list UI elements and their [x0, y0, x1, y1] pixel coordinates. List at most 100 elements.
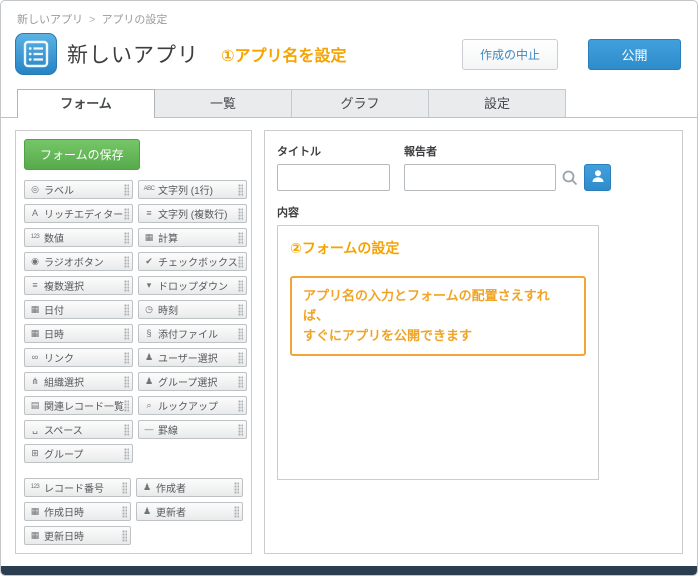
number-icon: 123 [28, 229, 42, 246]
drag-handle-icon[interactable] [234, 506, 239, 518]
drag-handle-icon[interactable] [238, 400, 243, 412]
palette-field[interactable]: ◷時刻 [138, 300, 247, 319]
palette-field-label: 文字列 (複数行) [158, 206, 238, 221]
drag-handle-icon[interactable] [122, 482, 127, 494]
palette-field[interactable]: ∞リンク [24, 348, 133, 367]
palette-field[interactable]: 123レコード番号 [24, 478, 131, 497]
save-form-button[interactable]: フォームの保存 [24, 139, 140, 170]
drag-handle-icon[interactable] [124, 232, 129, 244]
reporter-field-label: 報告者 [404, 143, 611, 159]
breadcrumb-item-new-app[interactable]: 新しいアプリ [17, 14, 83, 26]
palette-field-label: 組織選択 [44, 374, 124, 389]
drag-handle-icon[interactable] [124, 184, 129, 196]
palette-field[interactable]: §添付ファイル [138, 324, 247, 343]
multiselect-icon: ≡ [28, 277, 42, 294]
drag-handle-icon[interactable] [238, 352, 243, 364]
drag-handle-icon[interactable] [238, 256, 243, 268]
palette-field[interactable]: ▦更新日時 [24, 526, 131, 545]
tab-list[interactable]: 一覧 [154, 89, 292, 117]
palette-field[interactable]: ♟グループ選択 [138, 372, 247, 391]
drag-handle-icon[interactable] [124, 208, 129, 220]
drag-handle-icon[interactable] [238, 184, 243, 196]
palette-field-label: 計算 [158, 230, 238, 245]
drag-handle-icon[interactable] [238, 208, 243, 220]
palette-field[interactable]: ␣スペース [24, 420, 133, 439]
palette-field[interactable]: ✔チェックボックス [138, 252, 247, 271]
reporter-field-input[interactable] [404, 164, 556, 191]
drag-handle-icon[interactable] [238, 376, 243, 388]
palette-field[interactable]: Aリッチエディター [24, 204, 133, 223]
preview-top-row: タイトル 報告者 [277, 143, 670, 191]
group-icon: ⊞ [28, 445, 42, 462]
text-single-icon: ABC [142, 181, 156, 198]
palette-field-label: 文字列 (1行) [158, 182, 238, 197]
palette-field[interactable]: ♟作成者 [136, 478, 243, 497]
drag-handle-icon[interactable] [124, 280, 129, 292]
drag-handle-icon[interactable] [124, 256, 129, 268]
radio-button-icon: ◉ [28, 253, 42, 270]
palette-field[interactable]: ▦日時 [24, 324, 133, 343]
palette-field[interactable]: ♟更新者 [136, 502, 243, 521]
drag-handle-icon[interactable] [238, 424, 243, 436]
date-icon: ▦ [28, 301, 42, 318]
drag-handle-icon[interactable] [234, 482, 239, 494]
palette-field[interactable]: ≡文字列 (複数行) [138, 204, 247, 223]
drag-handle-icon[interactable] [124, 400, 129, 412]
palette-field[interactable]: ♟ユーザー選択 [138, 348, 247, 367]
drag-handle-icon[interactable] [124, 328, 129, 340]
publish-button[interactable]: 公開 [588, 39, 681, 70]
form-preview: タイトル 報告者 [264, 130, 683, 554]
tab-form[interactable]: フォーム [17, 89, 155, 118]
user-select-icon: ♟ [142, 349, 156, 366]
record-number-icon: 123 [28, 479, 42, 496]
tag-icon: ◎ [28, 181, 42, 198]
palette-field-label: ドロップダウン [158, 278, 238, 293]
search-icon[interactable] [561, 169, 579, 187]
drag-handle-icon[interactable] [122, 506, 127, 518]
palette-field-label: ラジオボタン [44, 254, 124, 269]
attachment-icon: § [142, 325, 156, 342]
palette-field-label: 数値 [44, 230, 124, 245]
callout-box: アプリ名の入力とフォームの配置さえすれば、 すぐにアプリを公開できます [290, 276, 586, 356]
palette-field[interactable]: ▦計算 [138, 228, 247, 247]
palette-field[interactable]: ▦作成日時 [24, 502, 131, 521]
drag-handle-icon[interactable] [124, 424, 129, 436]
palette-field[interactable]: ◎ラベル [24, 180, 133, 199]
tab-settings[interactable]: 設定 [428, 89, 566, 117]
palette-field[interactable]: ⋔組織選択 [24, 372, 133, 391]
palette-field[interactable]: ⊞グループ [24, 444, 133, 463]
palette-field[interactable]: ⌕ルックアップ [138, 396, 247, 415]
palette-field[interactable]: ≡複数選択 [24, 276, 133, 295]
user-picker-button[interactable] [584, 164, 611, 191]
drag-handle-icon[interactable] [238, 328, 243, 340]
hr-icon: — [142, 421, 156, 438]
field-grid: ◎ラベル ABC文字列 (1行) Aリッチエディター ≡ 文字列 (複数行) 123数値 ▦… [24, 180, 243, 463]
palette-field[interactable]: ◉ラジオボタン [24, 252, 133, 271]
palette-field[interactable]: ABC文字列 (1行) [138, 180, 247, 199]
drag-handle-icon[interactable] [238, 232, 243, 244]
drag-handle-icon[interactable] [124, 352, 129, 364]
title-field-input[interactable] [277, 164, 390, 191]
palette-field-label: 添付ファイル [158, 326, 238, 341]
new-app-icon [15, 33, 57, 75]
drag-handle-icon[interactable] [238, 280, 243, 292]
palette-field[interactable]: ▾ドロップダウン [138, 276, 247, 295]
creator-icon: ♟ [140, 479, 154, 496]
drag-handle-icon[interactable] [124, 448, 129, 460]
drag-handle-icon[interactable] [124, 304, 129, 316]
palette-field[interactable]: ▤関連レコード一覧 [24, 396, 133, 415]
drag-handle-icon[interactable] [124, 376, 129, 388]
annotation-step1: ①アプリ名を設定 [221, 42, 347, 66]
palette-field[interactable]: ▦日付 [24, 300, 133, 319]
drag-handle-icon[interactable] [238, 304, 243, 316]
drag-handle-icon[interactable] [122, 530, 127, 542]
palette-field-label: ラベル [44, 182, 124, 197]
tab-graph[interactable]: グラフ [291, 89, 429, 117]
content-field-area[interactable]: ②フォームの設定 アプリ名の入力とフォームの配置さえすれば、 すぐにアプリを公開… [277, 225, 599, 480]
updated-time-icon: ▦ [28, 527, 42, 544]
cancel-create-button[interactable]: 作成の中止 [462, 39, 558, 70]
palette-field[interactable]: 123数値 [24, 228, 133, 247]
breadcrumb-item-app-settings: アプリの設定 [101, 14, 167, 26]
dropdown-icon: ▾ [142, 277, 156, 294]
palette-field[interactable]: —罫線 [138, 420, 247, 439]
